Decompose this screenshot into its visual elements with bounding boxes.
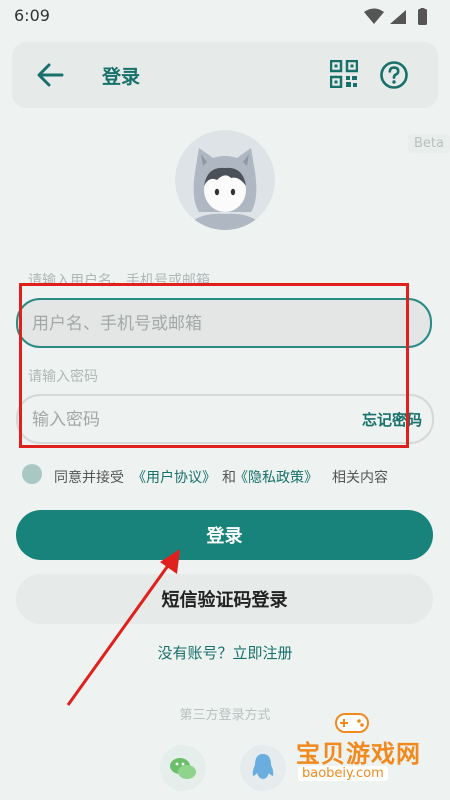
signal-icon <box>390 10 406 24</box>
battery-icon <box>418 9 427 25</box>
qq-icon <box>252 754 274 779</box>
sms-login-button[interactable]: 短信验证码登录 <box>16 574 433 624</box>
header-bar: 登录 <box>12 42 438 108</box>
status-bar: 6:09 <box>0 0 450 32</box>
agreement-prefix: 同意并接受 <box>54 470 124 486</box>
agreement-checkbox[interactable] <box>22 464 42 484</box>
watermark-logo: 宝贝游戏网 baobeiy.com <box>296 708 444 790</box>
privacy-policy-link[interactable]: 《隐私政策》 <box>234 467 318 487</box>
qr-code-icon[interactable] <box>330 60 358 88</box>
status-time: 6:09 <box>14 6 50 25</box>
beta-badge: Beta <box>408 134 450 153</box>
wifi-icon <box>364 8 384 24</box>
watermark-url: baobeiy.com <box>298 766 388 781</box>
user-agreement-link[interactable]: 《用户协议》 <box>132 467 216 487</box>
status-icons <box>364 8 427 25</box>
gamepad-icon <box>335 713 369 733</box>
wechat-icon <box>170 758 196 779</box>
page-title: 登录 <box>102 66 141 88</box>
qq-login-button[interactable] <box>240 745 286 791</box>
annotation-highlight-box <box>19 283 409 448</box>
help-icon[interactable] <box>379 60 409 90</box>
back-arrow-icon[interactable] <box>36 62 64 88</box>
login-button[interactable]: 登录 <box>16 510 433 560</box>
avatar <box>175 130 275 230</box>
agreement-suffix: 相关内容 <box>332 470 388 486</box>
wechat-login-button[interactable] <box>160 745 206 791</box>
register-link[interactable]: 没有账号？立即注册 <box>0 642 450 663</box>
watermark-title: 宝贝游戏网 <box>296 740 421 768</box>
